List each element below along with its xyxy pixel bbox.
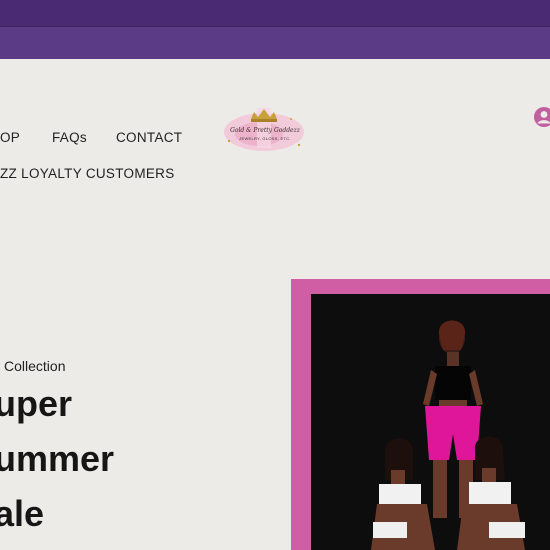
- announcement-bar-secondary: [0, 27, 550, 59]
- nav-item-contact[interactable]: CONTACT: [116, 130, 182, 145]
- nav-item-shop[interactable]: OP: [0, 130, 20, 145]
- models-photo-illustration: [311, 294, 550, 550]
- account-button[interactable]: [533, 106, 550, 128]
- brand-logo[interactable]: Gold & Pretty Goddezz JEWELRY, GLOSS, ET…: [221, 105, 307, 155]
- announcement-bar: [0, 0, 550, 27]
- hero-eyebrow: Collection: [4, 358, 66, 374]
- hero-title-line-2: ummer: [0, 438, 115, 479]
- user-icon: [534, 107, 550, 127]
- logo-text-line1: Gold & Pretty Goddezz: [230, 127, 300, 134]
- hero-title-line-3: ale: [0, 493, 45, 534]
- hero-photo: [311, 294, 550, 550]
- nav-item-faqs[interactable]: FAQs: [52, 130, 87, 145]
- nav-item-loyalty-customers[interactable]: ZZ LOYALTY CUSTOMERS: [0, 166, 175, 181]
- logo-text-line2: JEWELRY, GLOSS, ETC.: [239, 136, 291, 141]
- hero-title-line-1: uper: [0, 383, 73, 424]
